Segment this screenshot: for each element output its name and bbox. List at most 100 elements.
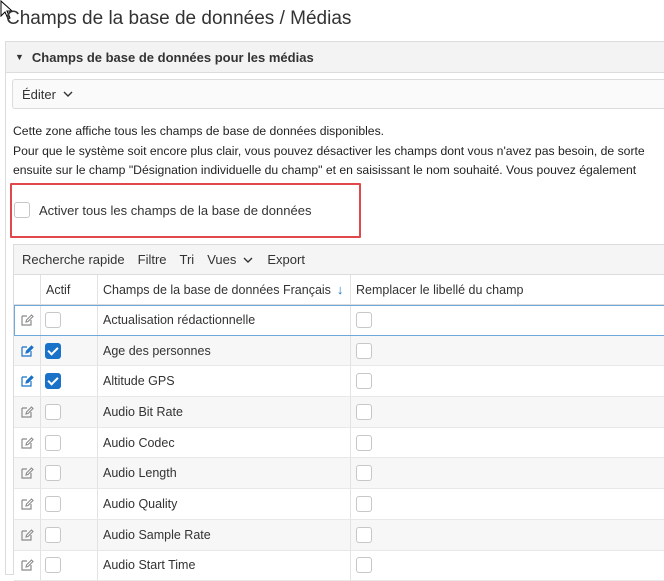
- export-button[interactable]: Export: [267, 252, 305, 267]
- table-row[interactable]: Audio Length: [14, 458, 664, 489]
- edit-pencil-icon[interactable]: [20, 344, 34, 358]
- edit-pencil-icon[interactable]: [20, 466, 34, 480]
- replace-label-cell: [351, 397, 664, 427]
- replace-label-cell: [351, 551, 664, 581]
- active-checkbox[interactable]: [45, 465, 61, 481]
- edit-cell: [14, 428, 41, 458]
- active-checkbox[interactable]: [45, 312, 61, 328]
- edit-pencil-icon[interactable]: [20, 528, 34, 542]
- header-active[interactable]: Actif: [41, 275, 98, 304]
- active-cell: [41, 366, 98, 396]
- replace-label-cell: [351, 305, 664, 335]
- replace-label-checkbox[interactable]: [356, 465, 372, 481]
- active-cell: [41, 428, 98, 458]
- quick-search-button[interactable]: Recherche rapide: [22, 252, 125, 267]
- section-header-label: Champs de base de données pour les média…: [32, 50, 314, 65]
- table-header: Actif Champs de la base de données Franç…: [14, 275, 664, 305]
- activate-all-label: Activer tous les champs de la base de do…: [39, 203, 311, 218]
- active-checkbox[interactable]: [45, 435, 61, 451]
- field-name-cell: Audio Codec: [98, 428, 351, 458]
- field-name-cell: Audio Bit Rate: [98, 397, 351, 427]
- table-row[interactable]: Altitude GPS: [14, 366, 664, 397]
- filter-button[interactable]: Filtre: [138, 252, 167, 267]
- header-replace-label[interactable]: Remplacer le libellé du champ: [351, 275, 664, 304]
- activate-all-fields[interactable]: Activer tous les champs de la base de do…: [14, 202, 311, 218]
- sort-button[interactable]: Tri: [180, 252, 195, 267]
- field-name-cell: Audio Start Time: [98, 551, 351, 581]
- views-label: Vues: [207, 252, 236, 267]
- field-name-cell: Audio Quality: [98, 489, 351, 519]
- table-row[interactable]: Audio Bit Rate: [14, 397, 664, 428]
- field-name: Audio Length: [103, 466, 177, 480]
- views-menu-button[interactable]: Vues: [207, 252, 254, 267]
- media-fields-section: ▼ Champs de base de données pour les méd…: [5, 41, 664, 575]
- description-line: Cette zone affiche tous les champs de ba…: [13, 122, 664, 142]
- active-cell: [41, 397, 98, 427]
- field-name-cell: Audio Sample Rate: [98, 520, 351, 550]
- replace-label-checkbox[interactable]: [356, 557, 372, 573]
- header-edit-column: [14, 275, 41, 304]
- header-active-label: Actif: [46, 283, 70, 297]
- activate-all-checkbox[interactable]: [14, 202, 30, 218]
- replace-label-checkbox[interactable]: [356, 496, 372, 512]
- replace-label-checkbox[interactable]: [356, 435, 372, 451]
- replace-label-cell: [351, 336, 664, 366]
- grid-toolbar: Recherche rapide Filtre Tri Vues Export: [14, 245, 664, 275]
- edit-cell: [14, 397, 41, 427]
- replace-label-checkbox[interactable]: [356, 343, 372, 359]
- edit-cell: [14, 336, 41, 366]
- field-name: Age des personnes: [103, 344, 211, 358]
- edit-pencil-icon[interactable]: [20, 374, 34, 388]
- field-name: Altitude GPS: [103, 374, 175, 388]
- section-header[interactable]: ▼ Champs de base de données pour les méd…: [6, 42, 664, 73]
- header-field-name[interactable]: Champs de la base de données Français ↓: [98, 275, 351, 304]
- field-name-cell: Altitude GPS: [98, 366, 351, 396]
- table-row[interactable]: Actualisation rédactionnelle: [14, 305, 664, 336]
- replace-label-checkbox[interactable]: [356, 404, 372, 420]
- edit-bar: Éditer: [12, 79, 664, 109]
- edit-menu-label: Éditer: [22, 87, 56, 102]
- edit-pencil-icon[interactable]: [20, 436, 34, 450]
- edit-pencil-icon[interactable]: [20, 313, 34, 327]
- active-cell: [41, 305, 98, 335]
- replace-label-cell: [351, 428, 664, 458]
- active-checkbox[interactable]: [45, 496, 61, 512]
- table-row[interactable]: Audio Start Time: [14, 551, 664, 581]
- description-text: Cette zone affiche tous les champs de ba…: [13, 122, 664, 181]
- active-cell: [41, 551, 98, 581]
- active-cell: [41, 458, 98, 488]
- header-replace-text: Remplacer le libellé du champ: [356, 283, 523, 297]
- active-checkbox[interactable]: [45, 557, 61, 573]
- fields-grid: Recherche rapide Filtre Tri Vues Export …: [13, 244, 664, 575]
- active-checkbox[interactable]: [45, 527, 61, 543]
- field-name: Audio Codec: [103, 436, 175, 450]
- replace-label-checkbox[interactable]: [356, 527, 372, 543]
- table-row[interactable]: Age des personnes: [14, 336, 664, 367]
- edit-menu-button[interactable]: Éditer: [22, 87, 74, 102]
- edit-pencil-icon[interactable]: [20, 497, 34, 511]
- field-name: Audio Quality: [103, 497, 177, 511]
- table-row[interactable]: Audio Sample Rate: [14, 520, 664, 551]
- replace-label-cell: [351, 520, 664, 550]
- field-name: Actualisation rédactionnelle: [103, 313, 255, 327]
- replace-label-checkbox[interactable]: [356, 373, 372, 389]
- edit-pencil-icon[interactable]: [20, 405, 34, 419]
- table-row[interactable]: Audio Codec: [14, 428, 664, 459]
- replace-label-checkbox[interactable]: [356, 312, 372, 328]
- active-checkbox[interactable]: [45, 404, 61, 420]
- table-body: Actualisation rédactionnelle Age des pers…: [14, 305, 664, 581]
- header-field-label: Champs de la base de données Français: [103, 283, 331, 297]
- caret-down-icon: ▼: [15, 52, 24, 62]
- edit-cell: [14, 489, 41, 519]
- edit-cell: [14, 305, 41, 335]
- table-row[interactable]: Audio Quality: [14, 489, 664, 520]
- chevron-down-icon: [62, 88, 74, 100]
- active-checkbox[interactable]: [45, 343, 61, 359]
- field-name: Audio Sample Rate: [103, 528, 211, 542]
- active-checkbox[interactable]: [45, 373, 61, 389]
- edit-pencil-icon[interactable]: [20, 558, 34, 572]
- active-cell: [41, 336, 98, 366]
- description-line: ensuite sur le champ "Désignation indivi…: [13, 161, 664, 181]
- replace-label-cell: [351, 458, 664, 488]
- field-name-cell: Actualisation rédactionnelle: [98, 305, 351, 335]
